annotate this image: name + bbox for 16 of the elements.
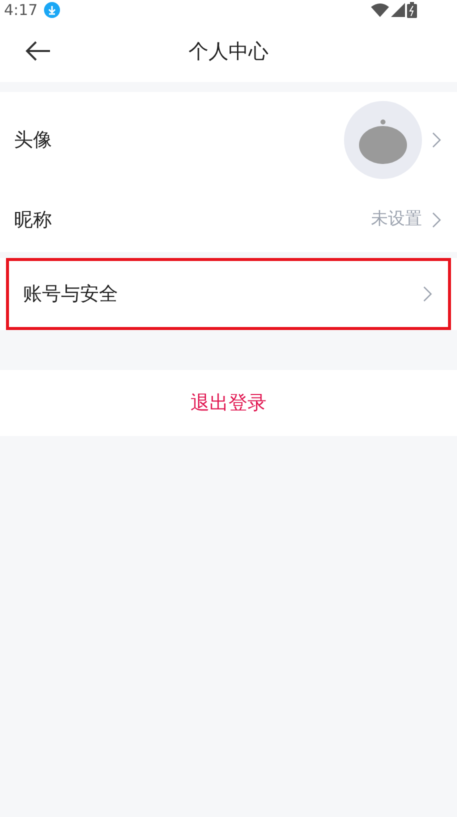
logout-button[interactable]: 退出登录 bbox=[0, 370, 457, 436]
settings-row[interactable]: 昵称 未设置 bbox=[0, 188, 457, 252]
settings-row[interactable]: 账号与安全 bbox=[6, 258, 451, 330]
signal-icon bbox=[391, 3, 405, 17]
settings-row[interactable]: 头像 bbox=[0, 92, 457, 188]
status-time: 4:17 bbox=[4, 2, 38, 18]
wifi-icon bbox=[371, 3, 389, 17]
chevron-icon bbox=[432, 212, 441, 228]
page-title: 个人中心 bbox=[188, 38, 268, 65]
chevron-icon bbox=[432, 132, 441, 148]
chevron-icon bbox=[423, 286, 432, 302]
row-label: 头像 bbox=[14, 128, 52, 153]
back-arrow-icon bbox=[25, 41, 51, 61]
row-label: 昵称 bbox=[14, 208, 52, 233]
row-value: 未设置 bbox=[371, 208, 422, 232]
row-label: 账号与安全 bbox=[23, 282, 118, 307]
